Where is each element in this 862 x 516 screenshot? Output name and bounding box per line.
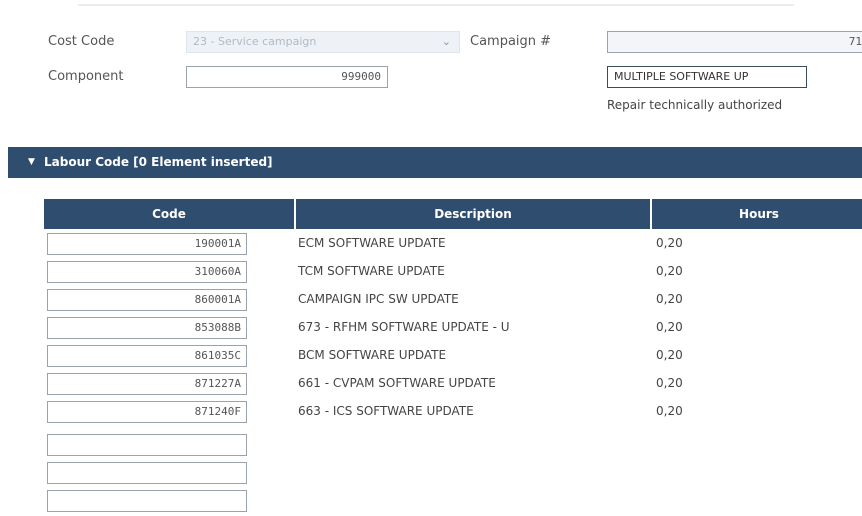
code-input[interactable] bbox=[47, 462, 247, 484]
collapse-caret-icon[interactable]: ▼ bbox=[28, 147, 35, 178]
component-label: Component bbox=[48, 69, 124, 84]
campaign-description-field[interactable]: MULTIPLE SOFTWARE UP bbox=[607, 66, 807, 88]
row-hours: 0,20 bbox=[656, 376, 683, 390]
row-hours: 0,20 bbox=[656, 264, 683, 278]
code-input[interactable]: 861035C bbox=[47, 345, 247, 367]
code-input[interactable]: 853088B bbox=[47, 317, 247, 339]
code-input[interactable]: 860001A bbox=[47, 289, 247, 311]
component-field[interactable]: 999000 bbox=[186, 66, 388, 88]
column-header-hours[interactable]: Hours bbox=[652, 199, 862, 229]
cost-code-label: Cost Code bbox=[48, 34, 115, 49]
table-row: 190001A ECM SOFTWARE UPDATE 0,20 bbox=[0, 230, 862, 258]
code-input[interactable]: 190001A bbox=[47, 233, 247, 255]
campaign-label: Campaign # bbox=[470, 34, 552, 49]
table-row bbox=[0, 431, 862, 459]
column-header-description[interactable]: Description bbox=[296, 199, 650, 229]
table-row bbox=[0, 459, 862, 487]
code-input[interactable]: 310060A bbox=[47, 261, 247, 283]
code-input[interactable]: 871227A bbox=[47, 373, 247, 395]
repair-status-note: Repair technically authorized bbox=[607, 98, 783, 112]
row-hours: 0,20 bbox=[656, 292, 683, 306]
table-row bbox=[0, 487, 862, 515]
code-input[interactable] bbox=[47, 490, 247, 512]
row-description: CAMPAIGN IPC SW UPDATE bbox=[298, 292, 459, 306]
row-hours: 0,20 bbox=[656, 236, 683, 250]
campaign-field[interactable]: 71 bbox=[607, 31, 862, 53]
row-hours: 0,20 bbox=[656, 404, 683, 418]
row-description: ECM SOFTWARE UPDATE bbox=[298, 236, 446, 250]
row-description: TCM SOFTWARE UPDATE bbox=[298, 264, 445, 278]
section-title: Labour Code [0 Element inserted] bbox=[44, 155, 273, 169]
row-hours: 0,20 bbox=[656, 348, 683, 362]
code-input[interactable] bbox=[47, 434, 247, 456]
chevron-down-icon: ⌄ bbox=[441, 35, 451, 48]
table-row: 860001A CAMPAIGN IPC SW UPDATE 0,20 bbox=[0, 286, 862, 314]
cost-code-select[interactable]: 23 - Service campaign ⌄ bbox=[186, 31, 460, 53]
column-header-code[interactable]: Code bbox=[44, 199, 294, 229]
row-description: BCM SOFTWARE UPDATE bbox=[298, 348, 447, 362]
table-row: 871227A 661 - CVPAM SOFTWARE UPDATE 0,20 bbox=[0, 370, 862, 398]
row-description: 673 - RFHM SOFTWARE UPDATE - U bbox=[298, 320, 510, 334]
row-description: 661 - CVPAM SOFTWARE UPDATE bbox=[298, 376, 496, 390]
row-hours: 0,20 bbox=[656, 320, 683, 334]
row-description: 663 - ICS SOFTWARE UPDATE bbox=[298, 404, 474, 418]
cost-code-value: 23 - Service campaign bbox=[193, 35, 317, 48]
table-row: 853088B 673 - RFHM SOFTWARE UPDATE - U 0… bbox=[0, 314, 862, 342]
labour-code-section-header[interactable]: ▼ Labour Code [0 Element inserted] bbox=[8, 147, 862, 178]
table-row: 871240F 663 - ICS SOFTWARE UPDATE 0,20 bbox=[0, 398, 862, 426]
table-row: 310060A TCM SOFTWARE UPDATE 0,20 bbox=[0, 258, 862, 286]
top-divider bbox=[78, 4, 794, 6]
table-row: 861035C BCM SOFTWARE UPDATE 0,20 bbox=[0, 342, 862, 370]
code-input[interactable]: 871240F bbox=[47, 401, 247, 423]
